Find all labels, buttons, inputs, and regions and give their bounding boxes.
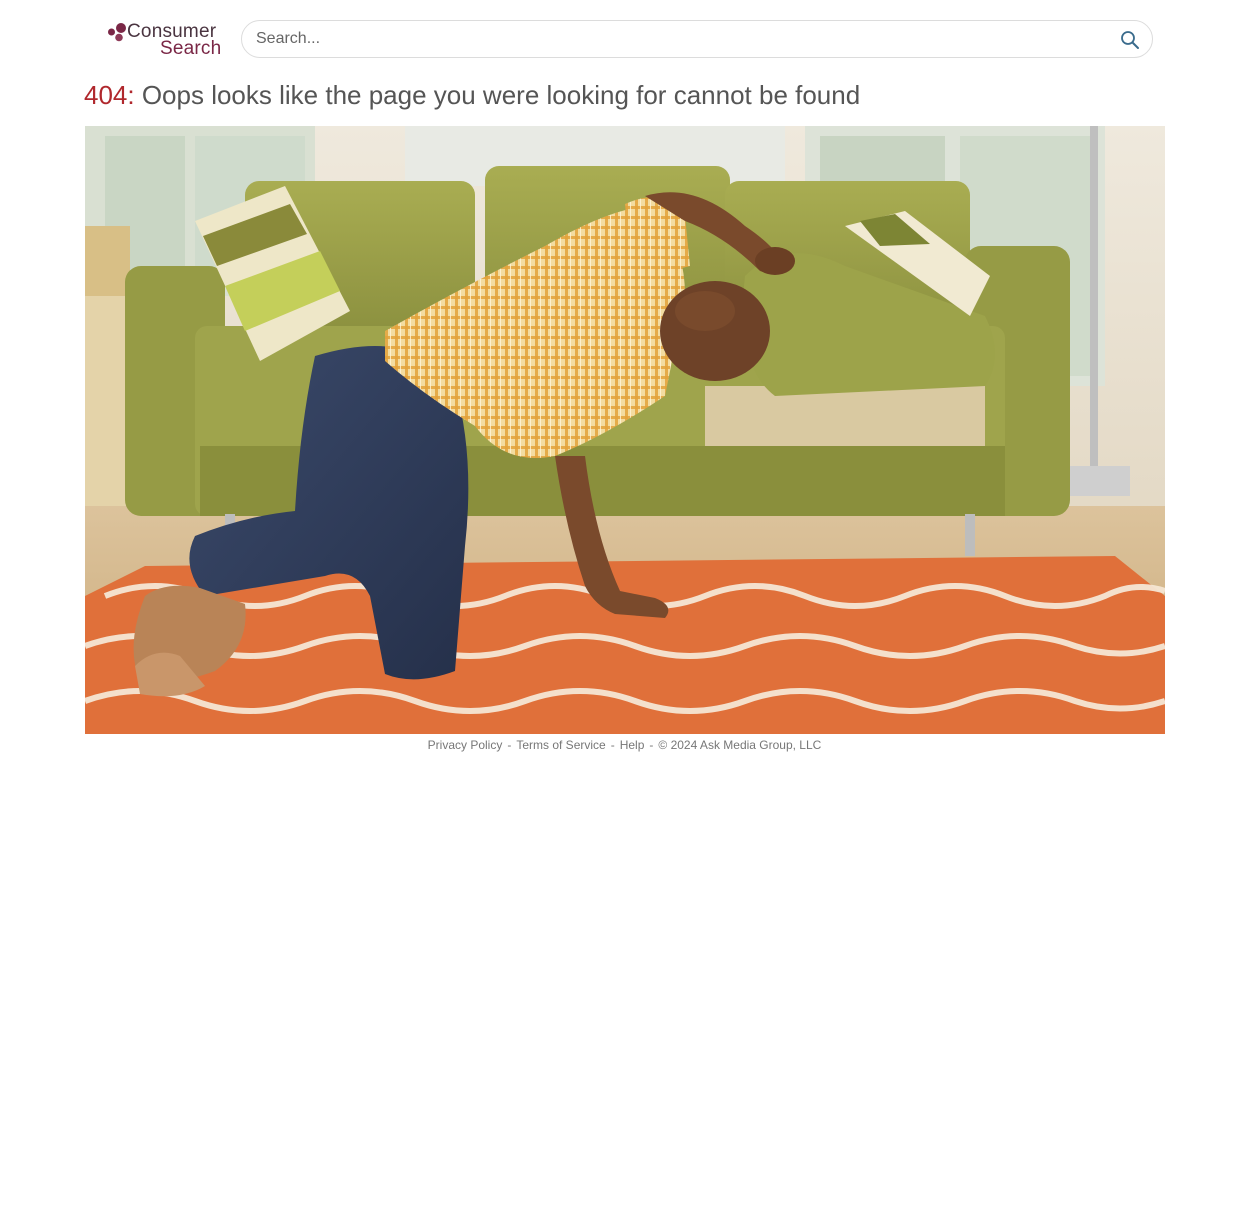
error-message: Oops looks like the page you were lookin…	[134, 80, 861, 110]
logo-text-search: Search	[160, 38, 222, 59]
page-title: 404: Oops looks like the page you were l…	[84, 78, 860, 112]
privacy-policy-link[interactable]: Privacy Policy	[428, 738, 503, 752]
terms-of-service-link[interactable]: Terms of Service	[516, 738, 605, 752]
site-footer: Privacy Policy - Terms of Service - Help - © 2…	[0, 737, 1249, 753]
footer-separator: -	[649, 738, 654, 752]
footer-separator: -	[610, 738, 615, 752]
consumersearch-logo[interactable]: Consumer Search	[107, 22, 222, 59]
search-input[interactable]	[256, 21, 1106, 57]
error-code: 404:	[84, 80, 135, 110]
help-link[interactable]: Help	[620, 738, 645, 752]
man-searching-couch-illustration	[85, 126, 1165, 734]
logo-dots-icon	[108, 23, 126, 42]
hero-image	[85, 126, 1165, 734]
copyright-text: © 2024 Ask Media Group, LLC	[658, 738, 822, 752]
site-header: Consumer Search	[0, 0, 1249, 80]
search-bar	[241, 20, 1153, 58]
footer-separator: -	[507, 738, 512, 752]
search-icon	[1121, 31, 1139, 49]
search-button[interactable]	[1120, 30, 1140, 50]
